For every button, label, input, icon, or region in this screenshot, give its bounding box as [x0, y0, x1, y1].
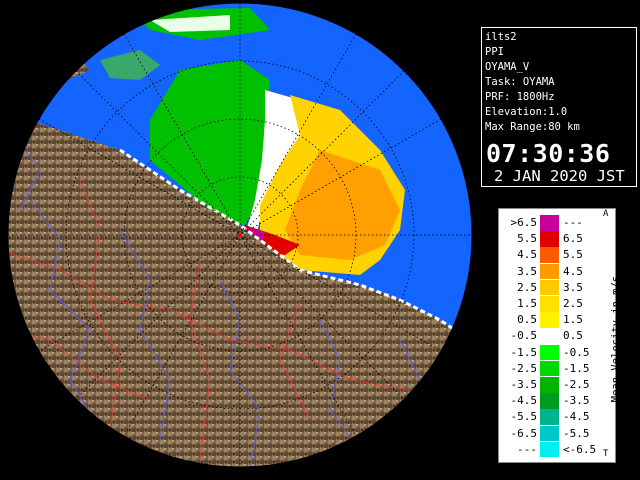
- legend-color-swatch: [540, 393, 559, 409]
- legend-color-swatch: [540, 409, 559, 425]
- legend-low-value: -4.5: [510, 394, 538, 408]
- legend-high-value: 5.5: [563, 248, 583, 262]
- legend-low-value: -3.5: [510, 378, 538, 391]
- legend-low-value: -1.5: [510, 345, 538, 359]
- legend-high-value: -1.5: [563, 361, 590, 375]
- legend-high-value: 0.5: [563, 329, 583, 343]
- info-date: 2 JAN 2020 JST: [494, 167, 625, 185]
- legend-low-value: -5.5: [510, 410, 538, 424]
- info-panel: ilts2 PPI OYAMA_V Task: OYAMA PRF: 1800H…: [481, 27, 637, 187]
- legend-high-value: 6.5: [563, 232, 583, 246]
- legend-row: -0.5 0.5: [499, 328, 617, 344]
- legend-color-swatch: [540, 328, 559, 344]
- legend-color-swatch: [540, 344, 559, 361]
- legend-row: -5.5 -4.5: [499, 409, 617, 425]
- info-prf: PRF: 1800Hz: [485, 91, 555, 103]
- legend-color-swatch: [540, 425, 559, 442]
- legend-row: 2.5 3.5: [499, 279, 617, 296]
- legend-row: >6.5 ---: [499, 215, 617, 231]
- info-elevation: Elevation:1.0: [485, 106, 568, 118]
- legend-color-swatch: [540, 263, 559, 280]
- legend-row: -6.5 -5.5: [499, 425, 617, 442]
- legend-high-value: 4.5: [563, 264, 583, 278]
- legend-row: 3.5 4.5: [499, 263, 617, 280]
- info-station: OYAMA_V: [485, 61, 530, 73]
- legend-row: -2.5 -1.5: [499, 360, 617, 377]
- legend-low-value: 1.5: [517, 297, 537, 310]
- legend-high-value: 2.5: [563, 297, 583, 310]
- legend-low-value: -6.5: [510, 426, 538, 440]
- velocity-legend: Mean Velocity in m/s A T >6.5 --- 5.5 6.5 4.…: [498, 208, 622, 463]
- legend-low-value: 3.5: [517, 264, 537, 278]
- legend-low-value: -0.5: [510, 329, 538, 343]
- legend-low-value: 5.5: [517, 232, 537, 246]
- legend-color-swatch: [540, 360, 559, 377]
- legend-color-swatch: [540, 247, 559, 263]
- radar-site-marker: [238, 233, 242, 237]
- legend-color-swatch: [540, 296, 559, 312]
- legend-row: -3.5 -2.5: [499, 377, 617, 393]
- legend-row: 0.5 1.5: [499, 312, 617, 328]
- legend-high-value: -2.5: [563, 378, 590, 391]
- legend-low-value: >6.5: [510, 216, 538, 229]
- legend-low-value: 0.5: [517, 313, 537, 327]
- legend-low-value: ---: [517, 442, 537, 456]
- legend-high-value: -0.5: [563, 345, 590, 359]
- legend-color-swatch: [540, 312, 559, 328]
- legend-low-value: 2.5: [517, 280, 537, 294]
- legend-row: -1.5 -0.5: [499, 344, 617, 361]
- info-max-range: Max Range:80 km: [485, 121, 580, 133]
- legend-color-swatch: [540, 441, 559, 458]
- legend-row: 5.5 6.5: [499, 231, 617, 247]
- info-scan-type: PPI: [485, 46, 504, 58]
- info-task: Task: OYAMA: [485, 76, 555, 88]
- legend-high-value: 1.5: [563, 313, 583, 327]
- legend-low-value: -2.5: [510, 361, 538, 375]
- legend-row: --- <-6.5: [499, 441, 617, 458]
- legend-color-swatch: [540, 377, 559, 393]
- legend-high-value: <-6.5: [563, 442, 597, 456]
- legend-row: -4.5 -3.5: [499, 393, 617, 409]
- legend-high-value: ---: [563, 216, 583, 229]
- legend-low-value: 4.5: [517, 248, 537, 262]
- legend-color-swatch: [540, 231, 559, 247]
- legend-high-value: -4.5: [563, 410, 590, 424]
- legend-color-swatch: [540, 215, 559, 231]
- legend-high-value: 3.5: [563, 280, 583, 294]
- legend-high-value: -3.5: [563, 394, 590, 408]
- legend-high-value: -5.5: [563, 426, 590, 440]
- legend-color-swatch: [540, 279, 559, 296]
- info-product-name: ilts2: [485, 31, 517, 43]
- info-time: 07:30:36: [486, 139, 611, 168]
- legend-row: 1.5 2.5: [499, 296, 617, 312]
- legend-row: 4.5 5.5: [499, 247, 617, 263]
